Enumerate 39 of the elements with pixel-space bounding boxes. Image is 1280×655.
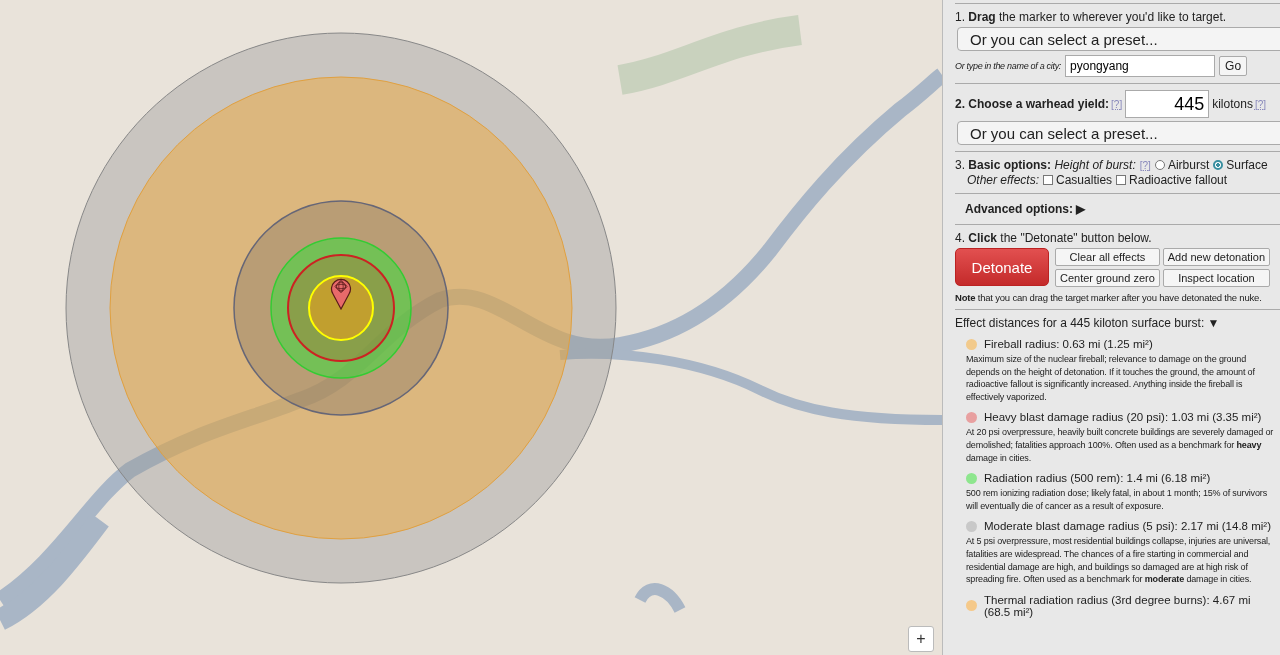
effects-header[interactable]: Effect distances for a 445 kiloton surface burst: ▼ xyxy=(955,316,1280,330)
action-button[interactable]: Add new detonation xyxy=(1162,248,1271,266)
effect-title: Heavy blast damage radius (20 psi): 1.03 mi (3.35 mi²) xyxy=(984,411,1262,424)
yield-label: 2. Choose a warhead yield: xyxy=(955,97,1110,111)
effects-label: Other effects: xyxy=(967,173,1040,187)
effect-description: At 5 psi overpressure, most residential buildings collapse, injuries are universal, fatalities are widespread. The chances of a fire starting in commercial and residential damage are high, and buildings so damaged are at high risk of spreading fire. Often used as a benchmark for moderate damage in cities. xyxy=(966,535,1272,586)
note-text: Note that you can drag the target marker after you have detonated the nuke. xyxy=(955,292,1263,303)
effect-title: Moderate blast damage radius (5 psi): 2.17 mi (14.8 mi²) xyxy=(984,520,1271,533)
map-marker-icon[interactable] xyxy=(329,276,353,310)
effect-title: Fireball radius: 0.63 mi (1.25 mi²) xyxy=(984,338,1153,350)
radio-button[interactable] xyxy=(1213,160,1224,170)
action-button[interactable]: Inspect location xyxy=(1162,269,1271,287)
step-instruction: 1. Drag the marker to wherever you'd like to target. xyxy=(955,10,1228,24)
city-label: Or type in the name of a city: xyxy=(955,61,1062,71)
checkbox-label[interactable]: Casualties xyxy=(1056,173,1113,187)
effect-description: At 20 psi overpressure, heavily built concrete buildings are severely damaged or demolished; fatalities approach 100%. Often used as a benchmark for heavy damage in cities. xyxy=(966,426,1275,465)
yield-field[interactable]: 445 xyxy=(1125,90,1210,118)
preset-dropdown[interactable]: Or you can select a preset... xyxy=(957,121,1280,145)
radio-label[interactable]: Surface xyxy=(1226,158,1268,172)
go-button[interactable]: Go xyxy=(1219,56,1248,76)
zoom-in-button[interactable]: + xyxy=(908,626,934,652)
checkbox[interactable] xyxy=(1116,175,1127,185)
city-field[interactable]: pyongyang xyxy=(1065,55,1216,77)
effect-description: Maximum size of the nuclear fireball; relevance to damage on the ground depends on the height of detonation. If it touches the ground, the amount of radioactive fallout is significantly increased. Anything inside the fireball is effectively vaporized. xyxy=(966,353,1256,404)
advanced-options-toggle[interactable]: Advanced options: ▶ xyxy=(955,202,1086,216)
unit-label: kilotons xyxy=(1212,97,1253,111)
radio-label[interactable]: Airburst xyxy=(1167,158,1210,172)
detonate-button[interactable]: Detonate xyxy=(955,248,1049,286)
radio-button[interactable] xyxy=(1154,160,1165,170)
options-label: 3. Basic options: Height of burst: xyxy=(955,158,1136,172)
step-instruction: 4. Click the "Detonate" button below. xyxy=(955,231,1153,245)
checkbox-label[interactable]: Radioactive fallout xyxy=(1129,173,1228,187)
effect-title: Thermal radiation radius (3rd degree burns): 4.67 mi (68.5 mi²) xyxy=(984,593,1252,618)
effect-title: Radiation radius (500 rem): 1.4 mi (6.18 mi²) xyxy=(984,472,1211,485)
action-button[interactable]: Center ground zero xyxy=(1055,269,1160,287)
preset-dropdown[interactable]: Or you can select a preset... xyxy=(957,27,1280,51)
effect-description: 500 rem ionizing radiation dose; likely fatal, in about 1 month; 15% of survivors will eventually die of cancer as a result of exposure. xyxy=(966,487,1269,513)
checkbox[interactable] xyxy=(1043,175,1054,185)
action-button[interactable]: Clear all effects xyxy=(1055,248,1160,266)
